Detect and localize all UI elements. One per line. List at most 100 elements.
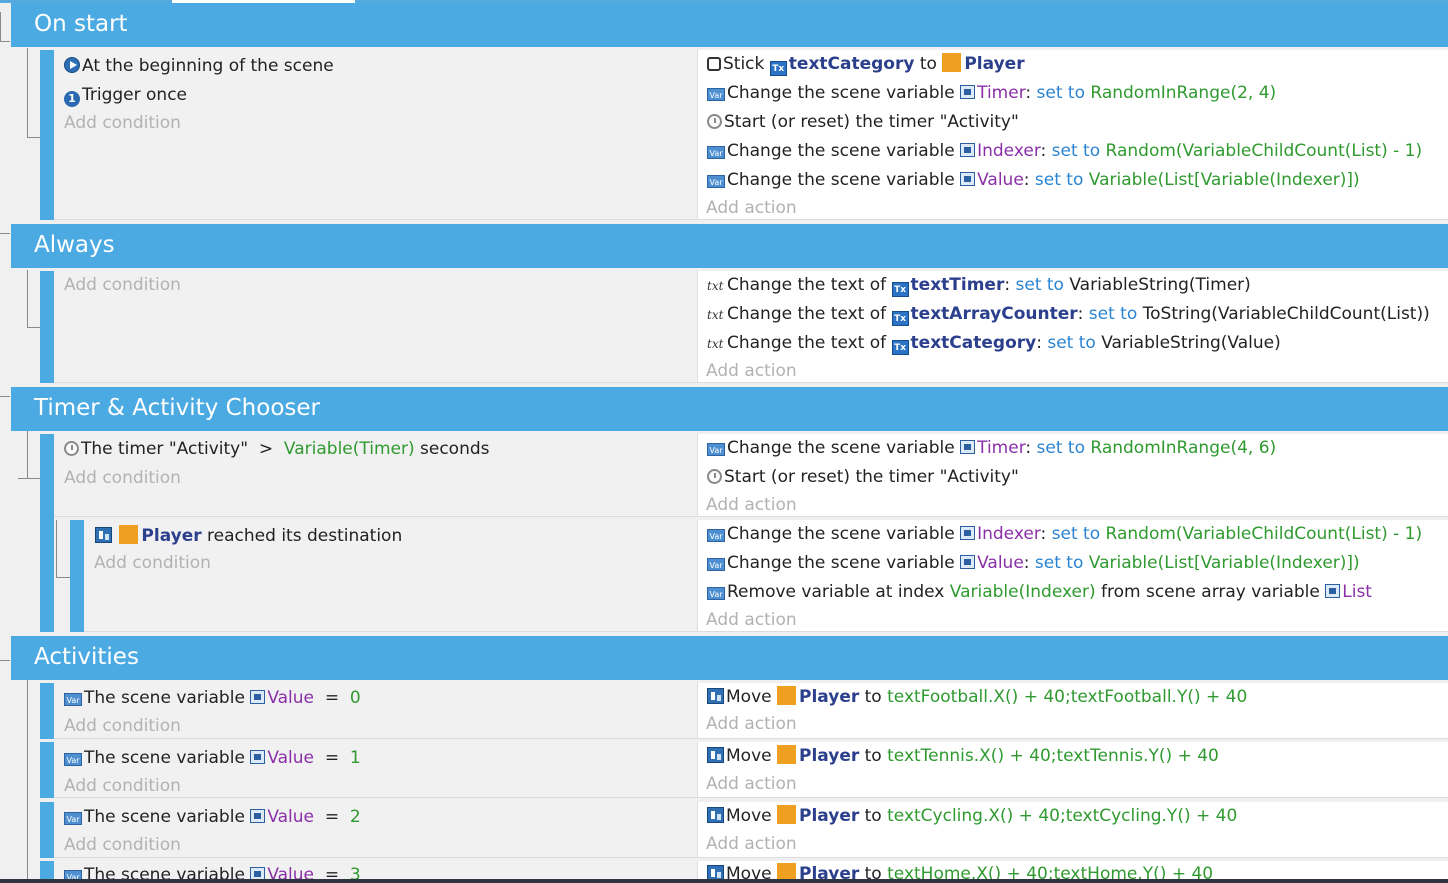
pathfinding-icon xyxy=(707,807,724,823)
operator: set to xyxy=(1034,170,1084,190)
expression: Variable(List[Variable(Indexer)]) xyxy=(1088,170,1360,190)
actions-panel[interactable]: Stick Tx textCategory to Player Var Change… xyxy=(697,50,1448,220)
condition-trigger-once[interactable]: 1 Trigger once xyxy=(64,82,187,108)
add-action-button[interactable]: Add action xyxy=(706,607,797,633)
separator: : xyxy=(1023,170,1030,190)
actions-panel[interactable]: Move Player to textFootball.X() + 40;tex… xyxy=(697,683,1448,739)
event-bar[interactable] xyxy=(40,271,54,383)
group-header-timer-activity-chooser[interactable]: Timer & Activity Chooser xyxy=(11,387,1448,431)
action-change-text-counter[interactable]: txt Change the text of Tx textArrayCounter… xyxy=(707,301,1430,327)
event-bar[interactable] xyxy=(40,434,54,632)
group-title: Always xyxy=(34,232,115,258)
action-change-text-category[interactable]: txt Change the text of Tx textCategory: se… xyxy=(707,330,1281,356)
action-text: Change the scene variable xyxy=(727,438,955,458)
add-action-button[interactable]: Add action xyxy=(706,831,797,857)
action-start-timer[interactable]: Start (or reset) the timer "Activity" xyxy=(707,464,1019,490)
variable-name: Value xyxy=(977,553,1024,573)
separator: : xyxy=(1040,141,1047,161)
unit: seconds xyxy=(420,439,490,459)
event-bar[interactable] xyxy=(40,742,54,798)
add-action-button[interactable]: Add action xyxy=(706,711,797,737)
condition-scene-variable[interactable]: Var The scene variable Value = 1 xyxy=(64,745,361,771)
action-change-var-indexer[interactable]: Var Change the scene variable Indexer: se… xyxy=(707,521,1422,547)
add-condition-button[interactable]: Add condition xyxy=(64,272,181,298)
object-name: textCategory xyxy=(788,54,915,74)
keyword: to xyxy=(864,746,882,766)
action-start-timer[interactable]: Start (or reset) the timer "Activity" xyxy=(707,109,1019,135)
action-change-var-timer[interactable]: Var Change the scene variable Timer: set … xyxy=(707,80,1276,106)
event-bar[interactable] xyxy=(40,50,54,220)
trigger-once-icon: 1 xyxy=(64,91,80,107)
expression: RandomInRange(2, 4) xyxy=(1090,83,1277,103)
conditions-panel[interactable]: Var The scene variable Value = 2 Add cond… xyxy=(54,802,697,858)
text-object-icon: Tx xyxy=(769,61,787,76)
expression: textCycling.X() + 40;textCycling.Y() + 4… xyxy=(887,806,1238,826)
player-sprite-icon xyxy=(777,686,796,705)
add-action-button[interactable]: Add action xyxy=(706,492,797,518)
actions-panel[interactable]: txt Change the text of Tx textTimer: set t… xyxy=(697,271,1448,383)
sub-event-bar[interactable] xyxy=(70,520,84,632)
group-header-activities[interactable]: Activities xyxy=(11,636,1448,680)
operator: = xyxy=(324,748,340,768)
conditions-panel[interactable]: The timer "Activity" > Variable(Timer) s… xyxy=(54,434,697,517)
add-condition-button[interactable]: Add condition xyxy=(94,550,211,576)
action-change-var-indexer[interactable]: Var Change the scene variable Indexer: se… xyxy=(707,138,1422,164)
condition-text: The scene variable xyxy=(84,748,245,768)
action-change-var-value[interactable]: Var Change the scene variable Value: set … xyxy=(707,550,1360,576)
condition-reached-destination[interactable]: Player reached its destination xyxy=(95,523,402,549)
variable-name: Value xyxy=(267,748,314,768)
object-name: Player xyxy=(799,806,860,826)
tree-line xyxy=(56,577,70,578)
event-bar[interactable] xyxy=(40,802,54,858)
action-move-player[interactable]: Move Player to textTennis.X() + 40;textT… xyxy=(707,743,1219,769)
separator: : xyxy=(1025,438,1032,458)
event-bar[interactable] xyxy=(40,683,54,739)
action-change-var-value[interactable]: Var Change the scene variable Value: set … xyxy=(707,167,1360,193)
separator: : xyxy=(1004,275,1011,295)
timer-name: "Activity" xyxy=(939,112,1019,132)
pathfinding-icon xyxy=(95,527,112,543)
add-action-button[interactable]: Add action xyxy=(706,195,797,221)
add-condition-button[interactable]: Add condition xyxy=(64,110,181,136)
add-condition-button[interactable]: Add condition xyxy=(64,713,181,739)
tree-line xyxy=(18,478,40,479)
add-condition-button[interactable]: Add condition xyxy=(64,832,181,858)
keyword: to xyxy=(919,54,937,74)
action-move-player[interactable]: Move Player to textFootball.X() + 40;tex… xyxy=(707,684,1247,710)
conditions-panel[interactable]: At the beginning of the scene 1 Trigger o… xyxy=(54,50,697,220)
text-object-icon: Tx xyxy=(891,311,909,326)
expression: ToString(VariableChildCount(List)) xyxy=(1142,304,1430,324)
conditions-panel[interactable]: Add condition xyxy=(54,271,697,383)
group-header-on-start[interactable]: On start xyxy=(11,3,1448,47)
condition-scene-variable[interactable]: Var The scene variable Value = 2 xyxy=(64,804,361,830)
variable-icon: Var xyxy=(64,693,82,706)
action-stick[interactable]: Stick Tx textCategory to Player xyxy=(707,51,1025,77)
actions-panel[interactable]: Var Change the scene variable Indexer: se… xyxy=(697,520,1448,632)
conditions-panel[interactable]: Var The scene variable Value = 1 Add cond… xyxy=(54,742,697,798)
add-condition-button[interactable]: Add condition xyxy=(64,465,181,491)
action-text: Change the text of xyxy=(727,275,887,295)
action-change-var-timer[interactable]: Var Change the scene variable Timer: set … xyxy=(707,435,1276,461)
condition-timer-compare[interactable]: The timer "Activity" > Variable(Timer) s… xyxy=(64,436,490,462)
operator: = xyxy=(324,807,340,827)
scene-variable-icon xyxy=(960,526,976,540)
action-move-player[interactable]: Move Player to textCycling.X() + 40;text… xyxy=(707,803,1237,829)
actions-panel[interactable]: Move Player to textTennis.X() + 40;textT… xyxy=(697,742,1448,798)
condition-scene-start[interactable]: At the beginning of the scene xyxy=(64,53,334,79)
group-header-always[interactable]: Always xyxy=(11,224,1448,268)
actions-panel[interactable]: Move Player to textCycling.X() + 40;text… xyxy=(697,802,1448,858)
action-text: Change the scene variable xyxy=(727,170,955,190)
add-action-button[interactable]: Add action xyxy=(706,771,797,797)
conditions-panel[interactable]: Var The scene variable Value = 0 Add cond… xyxy=(54,683,697,739)
add-condition-button[interactable]: Add condition xyxy=(64,773,181,799)
action-text: Change the scene variable xyxy=(727,83,955,103)
condition-text: Trigger once xyxy=(82,85,188,105)
condition-scene-variable[interactable]: Var The scene variable Value = 0 xyxy=(64,685,361,711)
action-remove-variable[interactable]: Var Remove variable at index Variable(Ind… xyxy=(707,579,1372,605)
group-title: Activities xyxy=(34,644,139,670)
add-action-button[interactable]: Add action xyxy=(706,358,797,384)
action-change-text-timer[interactable]: txt Change the text of Tx textTimer: set t… xyxy=(707,272,1251,298)
actions-panel[interactable]: Var Change the scene variable Timer: set … xyxy=(697,434,1448,517)
conditions-panel[interactable]: Player reached its destination Add condi… xyxy=(84,520,697,632)
timer-icon xyxy=(64,441,79,456)
